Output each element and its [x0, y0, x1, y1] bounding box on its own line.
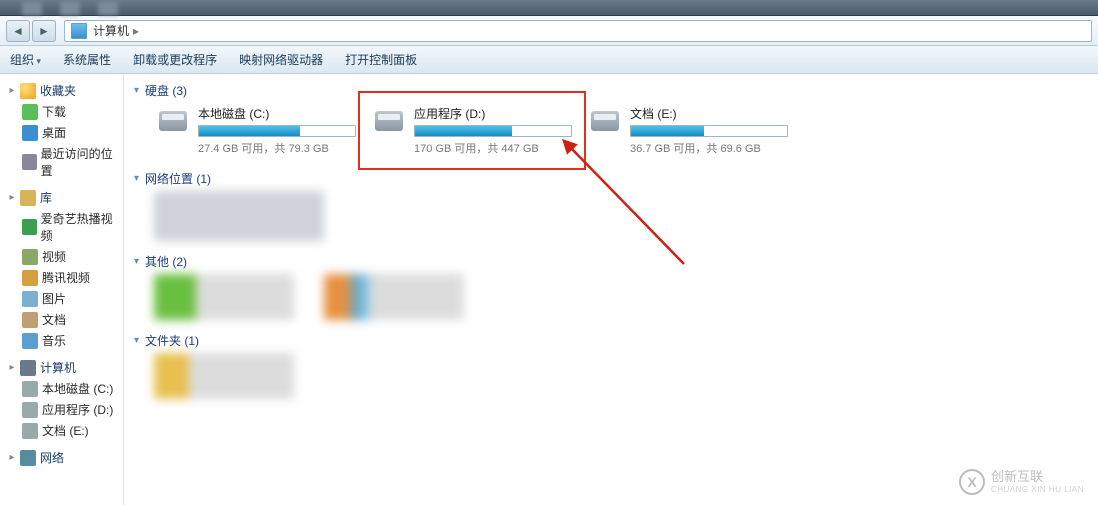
drive-name: 应用程序 (D:) [414, 105, 572, 122]
folder-icon [22, 423, 38, 439]
list-item[interactable] [154, 353, 294, 399]
sidebar-item-label: 腾讯视频 [42, 269, 90, 286]
sidebar-item-label: 桌面 [42, 124, 66, 141]
sidebar-item-label: 网络 [40, 449, 64, 466]
main-pane: 硬盘 (3) 本地磁盘 (C:) 27.4 GB 可用，共 79.3 GB 应用程序… [124, 74, 1098, 505]
star-icon [20, 83, 36, 99]
chevron-down-icon: ▸ [6, 192, 18, 204]
folder-icon [22, 291, 38, 307]
library-icon [20, 190, 36, 206]
breadcrumb[interactable]: 计算机▸ [93, 22, 143, 39]
watermark-sub: CHUANG XIN HU LIAN [991, 485, 1084, 494]
sidebar-item-label: 最近访问的位置 [41, 145, 117, 179]
sidebar-item-label: 库 [40, 189, 52, 206]
drive-name: 本地磁盘 (C:) [198, 105, 356, 122]
list-item[interactable] [154, 274, 294, 320]
group-header-netloc[interactable]: 网络位置 (1) [132, 166, 1090, 191]
drive-item[interactable]: 应用程序 (D:) 170 GB 可用，共 447 GB [370, 103, 574, 158]
sidebar-item[interactable]: 下载 [0, 101, 123, 122]
mapdrive-button[interactable]: 映射网络驱动器 [239, 51, 323, 68]
address-input[interactable]: 计算机▸ [64, 20, 1092, 42]
folder-icon [22, 402, 38, 418]
folder-icon [22, 154, 37, 170]
drive-usage-text: 170 GB 可用，共 447 GB [414, 140, 572, 156]
sidebar-item-label: 本地磁盘 (C:) [42, 380, 113, 397]
group-header-folders[interactable]: 文件夹 (1) [132, 328, 1090, 353]
uninstall-button[interactable]: 卸载或更改程序 [133, 51, 217, 68]
group-header-other[interactable]: 其他 (2) [132, 249, 1090, 274]
drive-usage-bar [414, 125, 572, 137]
chevron-down-icon: ▸ [6, 452, 18, 464]
sidebar-item[interactable]: 视频 [0, 246, 123, 267]
sidebar-item[interactable]: 应用程序 (D:) [0, 399, 123, 420]
sidebar-item-label: 计算机 [40, 359, 76, 376]
sidebar-item[interactable]: 文档 (E:) [0, 420, 123, 441]
sidebar-item-label: 文档 (E:) [42, 422, 89, 439]
taskbar-blur [98, 1, 118, 15]
sidebar-item[interactable]: 文档 [0, 309, 123, 330]
folder-icon [22, 125, 38, 141]
drive-usage-text: 27.4 GB 可用，共 79.3 GB [198, 140, 356, 156]
nav-back-button[interactable]: ◄ [6, 20, 30, 42]
sidebar-item[interactable]: 音乐 [0, 330, 123, 351]
list-item[interactable] [324, 274, 464, 320]
sidebar-item[interactable]: 本地磁盘 (C:) [0, 378, 123, 399]
sidebar-item[interactable]: 桌面 [0, 122, 123, 143]
nav-fwd-button[interactable]: ► [32, 20, 56, 42]
network-icon [20, 450, 36, 466]
chevron-down-icon: ▸ [6, 362, 18, 374]
sidebar-item[interactable]: 最近访问的位置 [0, 143, 123, 181]
drive-usage-bar [198, 125, 356, 137]
watermark-icon: X [959, 469, 985, 495]
drive-item[interactable]: 本地磁盘 (C:) 27.4 GB 可用，共 79.3 GB [154, 103, 358, 158]
sidebar-item-label: 下载 [42, 103, 66, 120]
folder-icon [22, 312, 38, 328]
computer-icon [71, 23, 87, 39]
drive-usage-bar [630, 125, 788, 137]
drive-icon [372, 105, 406, 139]
sidebar-item-label: 收藏夹 [40, 82, 76, 99]
sidebar-favorites[interactable]: ▸ 收藏夹 [0, 80, 123, 101]
group-header-drives[interactable]: 硬盘 (3) [132, 78, 1090, 103]
folder-icon [22, 270, 38, 286]
folder-icon [22, 219, 37, 235]
taskbar-blur [60, 1, 80, 15]
sidebar-item[interactable]: 腾讯视频 [0, 267, 123, 288]
sidebar-item-label: 视频 [42, 248, 66, 265]
watermark-brand: 创新互联 [991, 470, 1084, 484]
sidebar-libraries[interactable]: ▸库 [0, 187, 123, 208]
drive-icon [588, 105, 622, 139]
titlebar [0, 0, 1098, 16]
address-bar: ◄ ► 计算机▸ [0, 16, 1098, 46]
list-item[interactable] [154, 191, 324, 241]
folder-icon [22, 104, 38, 120]
organize-button[interactable]: 组织 [10, 51, 41, 68]
sidebar-item-label: 爱奇艺热播视频 [41, 210, 117, 244]
sidebar-item-label: 图片 [42, 290, 66, 307]
folder-icon [22, 381, 38, 397]
drive-item[interactable]: 文档 (E:) 36.7 GB 可用，共 69.6 GB [586, 103, 790, 158]
taskbar-blur [22, 1, 42, 15]
sidebar-computer[interactable]: ▸ 计算机 [0, 357, 123, 378]
drive-name: 文档 (E:) [630, 105, 788, 122]
toolbar: 组织 系统属性 卸载或更改程序 映射网络驱动器 打开控制面板 [0, 46, 1098, 74]
sidebar-item-label: 文档 [42, 311, 66, 328]
sidebar-item-label: 音乐 [42, 332, 66, 349]
chevron-down-icon: ▸ [6, 85, 18, 97]
sidebar-item[interactable]: 爱奇艺热播视频 [0, 208, 123, 246]
drive-icon [156, 105, 190, 139]
sidebar-item[interactable]: 图片 [0, 288, 123, 309]
cpanel-button[interactable]: 打开控制面板 [345, 51, 417, 68]
sysprops-button[interactable]: 系统属性 [63, 51, 111, 68]
folder-icon [22, 249, 38, 265]
watermark: X 创新互联 CHUANG XIN HU LIAN [951, 465, 1092, 499]
sidebar: ▸收藏夹 下载桌面最近访问的位置 ▸库 爱奇艺热播视频视频腾讯视频图片文档音乐 … [0, 74, 124, 505]
sidebar-item-label: 应用程序 (D:) [42, 401, 113, 418]
folder-icon [22, 333, 38, 349]
drive-usage-text: 36.7 GB 可用，共 69.6 GB [630, 140, 788, 156]
computer-icon [20, 360, 36, 376]
sidebar-network[interactable]: ▸ 网络 [0, 447, 123, 468]
